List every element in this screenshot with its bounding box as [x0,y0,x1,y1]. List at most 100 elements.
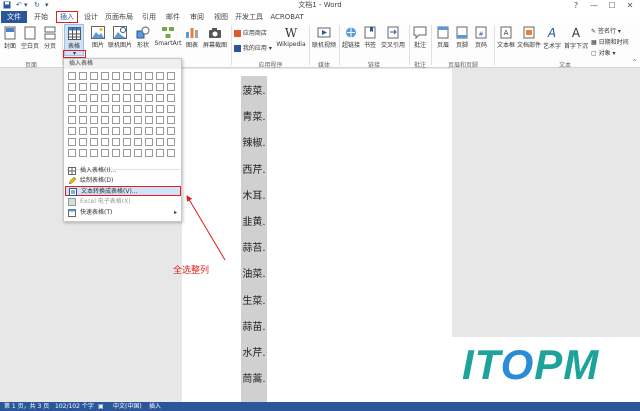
minimize-button[interactable]: — [586,0,602,11]
smartart-button[interactable]: SmartArt [154,26,182,47]
table-size-grid[interactable] [68,72,180,162]
my-apps-button[interactable]: 我的应用 ▾ [234,43,272,52]
tab-review[interactable]: 审阅 [186,11,208,23]
grid-cell[interactable] [101,116,109,124]
grid-cell[interactable] [112,94,120,102]
proofing-icon[interactable]: ▣ [98,402,104,411]
grid-cell[interactable] [134,83,142,91]
document-line[interactable]: 西芹. [241,161,267,176]
grid-cell[interactable] [112,138,120,146]
grid-cell[interactable] [134,105,142,113]
bookmark-button[interactable]: 书签 [362,26,378,49]
grid-cell[interactable] [167,116,175,124]
tab-acrobat[interactable]: ACROBAT [268,11,306,23]
grid-cell[interactable] [79,116,87,124]
grid-cell[interactable] [145,94,153,102]
drop-cap-button[interactable]: A 首字下沉 [563,26,589,50]
document-line[interactable]: 油菜. [241,265,267,280]
grid-cell[interactable] [112,116,120,124]
object-button[interactable]: ▢ 对象 ▾ [591,48,616,57]
grid-cell[interactable] [112,149,120,157]
grid-cell[interactable] [90,94,98,102]
tab-layout[interactable]: 页面布局 [104,11,134,23]
grid-cell[interactable] [167,83,175,91]
grid-cell[interactable] [90,149,98,157]
grid-cell[interactable] [123,127,131,135]
grid-cell[interactable] [156,105,164,113]
screenshot-button[interactable]: 屏幕截图 [202,26,228,49]
grid-cell[interactable] [68,138,76,146]
grid-cell[interactable] [101,149,109,157]
grid-cell[interactable] [79,127,87,135]
grid-cell[interactable] [145,105,153,113]
grid-cell[interactable] [90,105,98,113]
document-line[interactable]: 蒜苔. [241,239,267,254]
grid-cell[interactable] [79,72,87,80]
table-dropdown-arrow[interactable]: ▾ [63,50,86,58]
word-count[interactable]: 102/102 个字 [55,402,94,411]
document-line[interactable]: 茼蒿. [241,370,267,385]
grid-cell[interactable] [79,94,87,102]
grid-cell[interactable] [134,94,142,102]
quick-parts-button[interactable]: 文档部件 [517,26,541,49]
help-button[interactable]: ? [568,0,584,11]
comment-button[interactable]: 批注 [411,26,429,49]
tab-insert[interactable]: 插入 [56,11,78,23]
tab-file[interactable]: 文件 [1,11,27,23]
grid-cell[interactable] [156,83,164,91]
grid-cell[interactable] [156,94,164,102]
tab-home[interactable]: 开始 [30,11,52,23]
tab-references[interactable]: 引用 [138,11,160,23]
grid-cell[interactable] [101,72,109,80]
collapse-ribbon-icon[interactable]: ^ [632,59,637,66]
grid-cell[interactable] [79,138,87,146]
document-line[interactable]: 水芹. [241,344,267,359]
online-video-button[interactable]: 联机视频 [311,26,337,49]
page-break-button[interactable]: 分页 [42,26,58,50]
grid-cell[interactable] [90,72,98,80]
cross-reference-button[interactable]: 交叉引用 [379,26,407,49]
grid-cell[interactable] [145,138,153,146]
grid-cell[interactable] [79,83,87,91]
grid-cell[interactable] [79,149,87,157]
grid-cell[interactable] [167,127,175,135]
grid-cell[interactable] [145,149,153,157]
grid-cell[interactable] [145,72,153,80]
document-line[interactable]: 辣椒. [241,134,267,149]
grid-cell[interactable] [156,149,164,157]
grid-cell[interactable] [134,149,142,157]
tab-developer[interactable]: 开发工具 [234,11,264,23]
grid-cell[interactable] [123,83,131,91]
grid-cell[interactable] [123,138,131,146]
grid-cell[interactable] [112,127,120,135]
grid-cell[interactable] [156,116,164,124]
grid-cell[interactable] [101,94,109,102]
online-picture-button[interactable]: 联机图片 [108,26,132,49]
page-count[interactable]: 第 1 页，共 3 页 [4,402,49,411]
grid-cell[interactable] [68,94,76,102]
menu-item-quick-tables[interactable]: 快速表格(T) ▸ [65,208,181,218]
grid-cell[interactable] [156,127,164,135]
blank-page-button[interactable]: 空白页 [20,26,40,50]
grid-cell[interactable] [145,127,153,135]
grid-cell[interactable] [112,83,120,91]
grid-cell[interactable] [156,72,164,80]
grid-cell[interactable] [68,116,76,124]
grid-cell[interactable] [90,116,98,124]
menu-item-draw-table[interactable]: 绘制表格(D) [65,176,181,186]
maximize-button[interactable]: ☐ [604,0,620,11]
page-number-button[interactable]: # 页码 [472,26,490,49]
grid-cell[interactable] [145,116,153,124]
wordart-button[interactable]: A 艺术字 [542,26,562,50]
header-button[interactable]: 页眉 [434,26,452,49]
grid-cell[interactable] [167,105,175,113]
document-line[interactable]: 青菜. [241,108,267,123]
grid-cell[interactable] [134,116,142,124]
grid-cell[interactable] [134,138,142,146]
tab-mailings[interactable]: 邮件 [162,11,184,23]
menu-item-convert-text-to-table[interactable]: 文本转换成表格(V)... [65,186,181,196]
tab-view[interactable]: 视图 [210,11,232,23]
cover-page-button[interactable]: 封面 [2,26,18,50]
grid-cell[interactable] [79,105,87,113]
grid-cell[interactable] [101,105,109,113]
